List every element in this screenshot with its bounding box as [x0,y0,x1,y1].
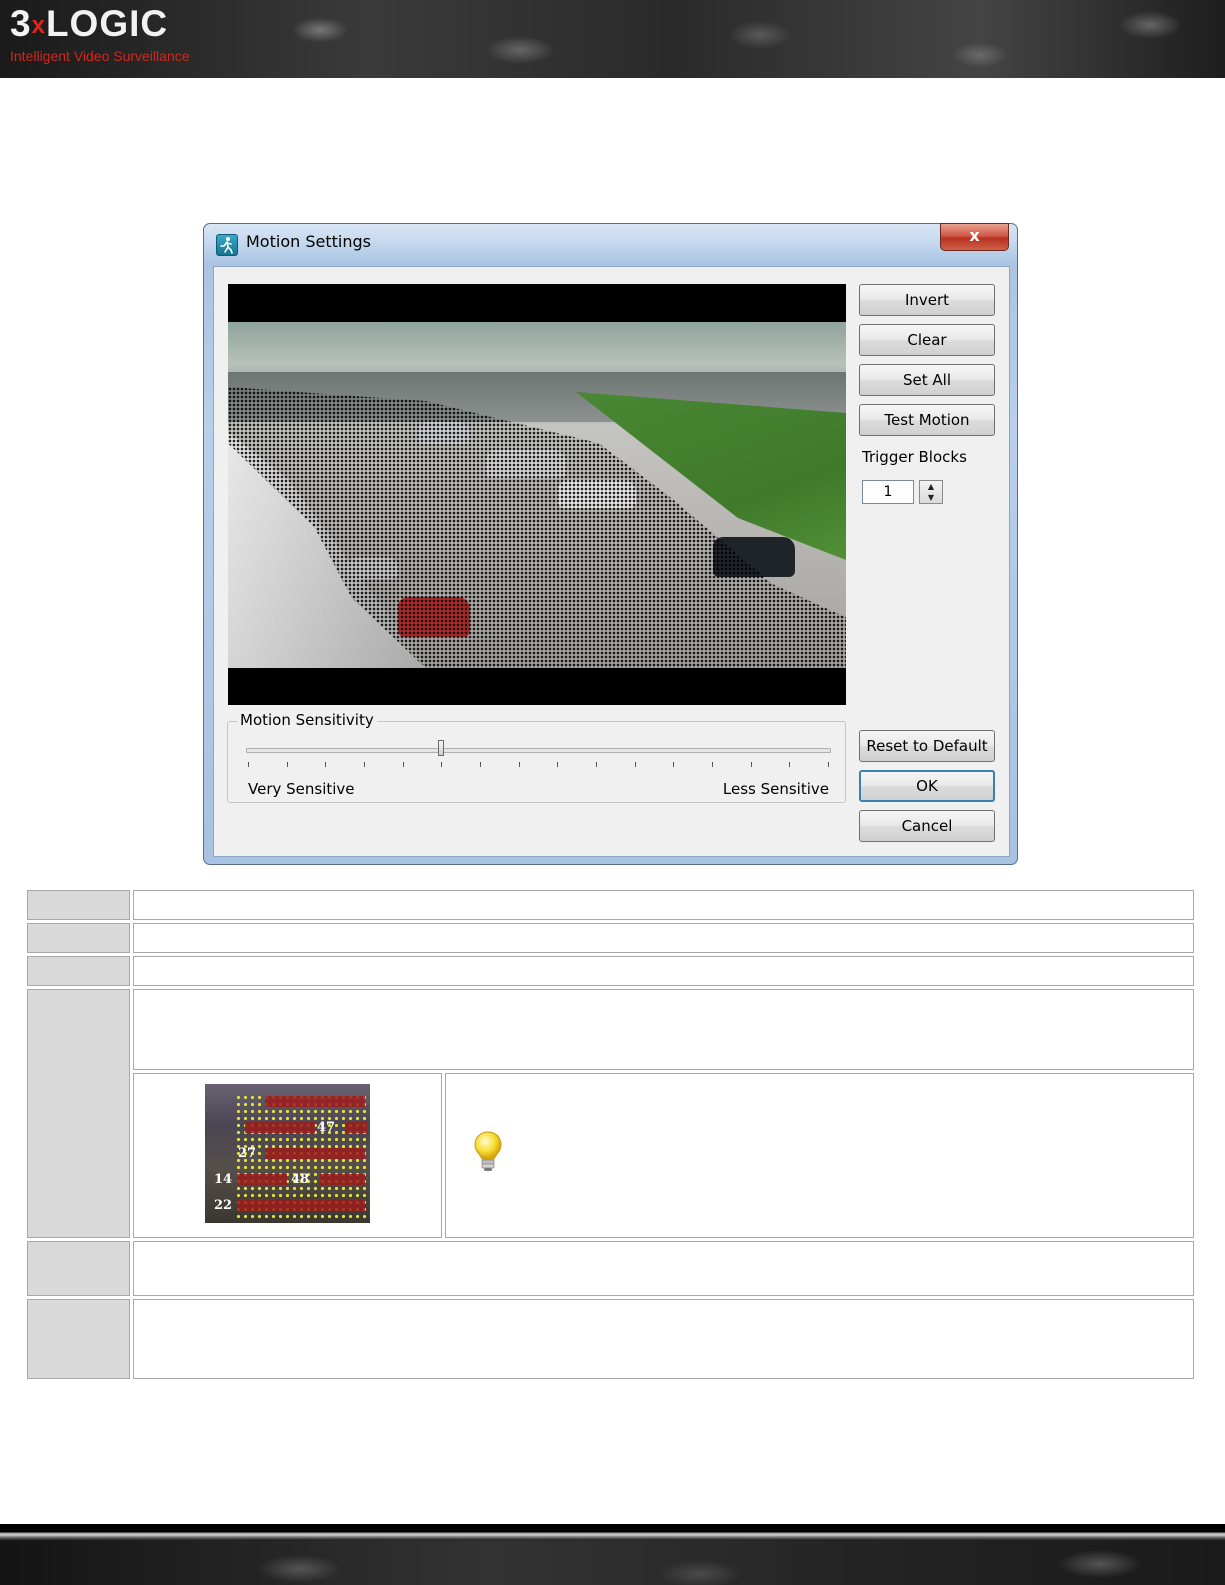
header-banner: 3xLOGIC Intelligent Video Surveillance [0,0,1225,78]
slider-tick [286,762,288,767]
spin-up-icon[interactable]: ▲ [920,481,942,492]
block-number: 14 [214,1172,233,1187]
spin-down-icon[interactable]: ▼ [920,492,942,503]
table-label-cell [27,956,130,986]
close-icon: x [969,226,980,245]
motion-blocks-thumbnail: 47 27 14 48 22 [205,1084,370,1223]
camera-scene[interactable] [228,322,846,668]
highlighted-blocks [237,1200,365,1211]
block-number: 47 [317,1120,336,1135]
slider-tick [634,762,636,767]
test-motion-button[interactable]: Test Motion [859,404,995,436]
highlighted-blocks [237,1174,287,1185]
logo-text-right: LOGIC [45,3,169,44]
motion-settings-dialog: Motion Settings x Invert Clear Set All T… [203,223,1018,865]
slider-tick [712,762,713,767]
logo-tagline: Intelligent Video Surveillance [10,48,190,64]
cancel-button[interactable]: Cancel [859,810,995,842]
invert-button[interactable]: Invert [859,284,995,316]
slider-tick [828,762,829,767]
slider-tick [518,762,520,767]
lightbulb-icon [472,1130,504,1174]
block-number: 48 [291,1172,310,1187]
highlighted-blocks [245,1122,315,1133]
table-content-cell [133,890,1194,920]
slider-tick [325,762,327,767]
slider-tick [441,762,443,767]
table-content-cell [133,1299,1194,1379]
trigger-blocks-input[interactable]: 1 [862,480,914,504]
slider-tick [750,762,752,767]
table-content-cell [133,923,1194,953]
reset-to-default-button[interactable]: Reset to Default [859,730,995,762]
highlighted-blocks [265,1096,365,1107]
slider-tick [480,762,481,767]
slider-tick [402,762,404,767]
sensitivity-slider-track[interactable] [246,748,831,753]
less-sensitive-label: Less Sensitive [722,780,829,798]
logo-text-x: x [31,12,46,39]
highlighted-blocks [265,1148,365,1159]
trigger-blocks-label: Trigger Blocks [862,448,967,466]
ok-button[interactable]: OK [859,770,995,802]
slider-tick [248,762,249,767]
close-button[interactable]: x [940,223,1009,251]
slider-tick [557,762,559,767]
motion-sensitivity-label: Motion Sensitivity [237,711,377,729]
table-label-cell [27,890,130,920]
block-number: 22 [214,1198,233,1213]
table-content-cell [133,956,1194,986]
set-all-button[interactable]: Set All [859,364,995,396]
table-label-cell [27,1241,130,1296]
table-label-cell [27,1299,130,1379]
table-content-cell [133,989,1194,1070]
table-content-cell [133,1241,1194,1296]
table-label-cell [27,989,130,1238]
slider-tick [789,762,791,767]
camera-preview[interactable] [228,284,846,705]
dialog-title: Motion Settings [246,232,371,251]
sensitivity-slider-thumb[interactable] [438,740,445,756]
running-man-icon [216,234,238,256]
slider-tick [364,762,365,767]
highlighted-blocks [320,1174,365,1185]
motion-sensitivity-group: Motion Sensitivity Very Sensitive Less S… [227,711,846,803]
very-sensitive-label: Very Sensitive [248,780,355,798]
slider-tick [596,762,597,767]
brand-logo: 3xLOGIC Intelligent Video Surveillance [10,3,190,65]
dialog-client-area: Invert Clear Set All Test Motion Trigger… [213,266,1010,857]
block-number: 27 [238,1146,257,1161]
trigger-blocks-spinner[interactable]: ▲ ▼ [919,480,943,504]
clear-button[interactable]: Clear [859,324,995,356]
slider-tick [673,762,675,767]
logo-text-left: 3 [10,3,32,44]
footer-banner [0,1524,1225,1585]
table-label-cell [27,923,130,953]
highlighted-blocks [345,1122,367,1133]
table-tip-cell [445,1073,1194,1238]
